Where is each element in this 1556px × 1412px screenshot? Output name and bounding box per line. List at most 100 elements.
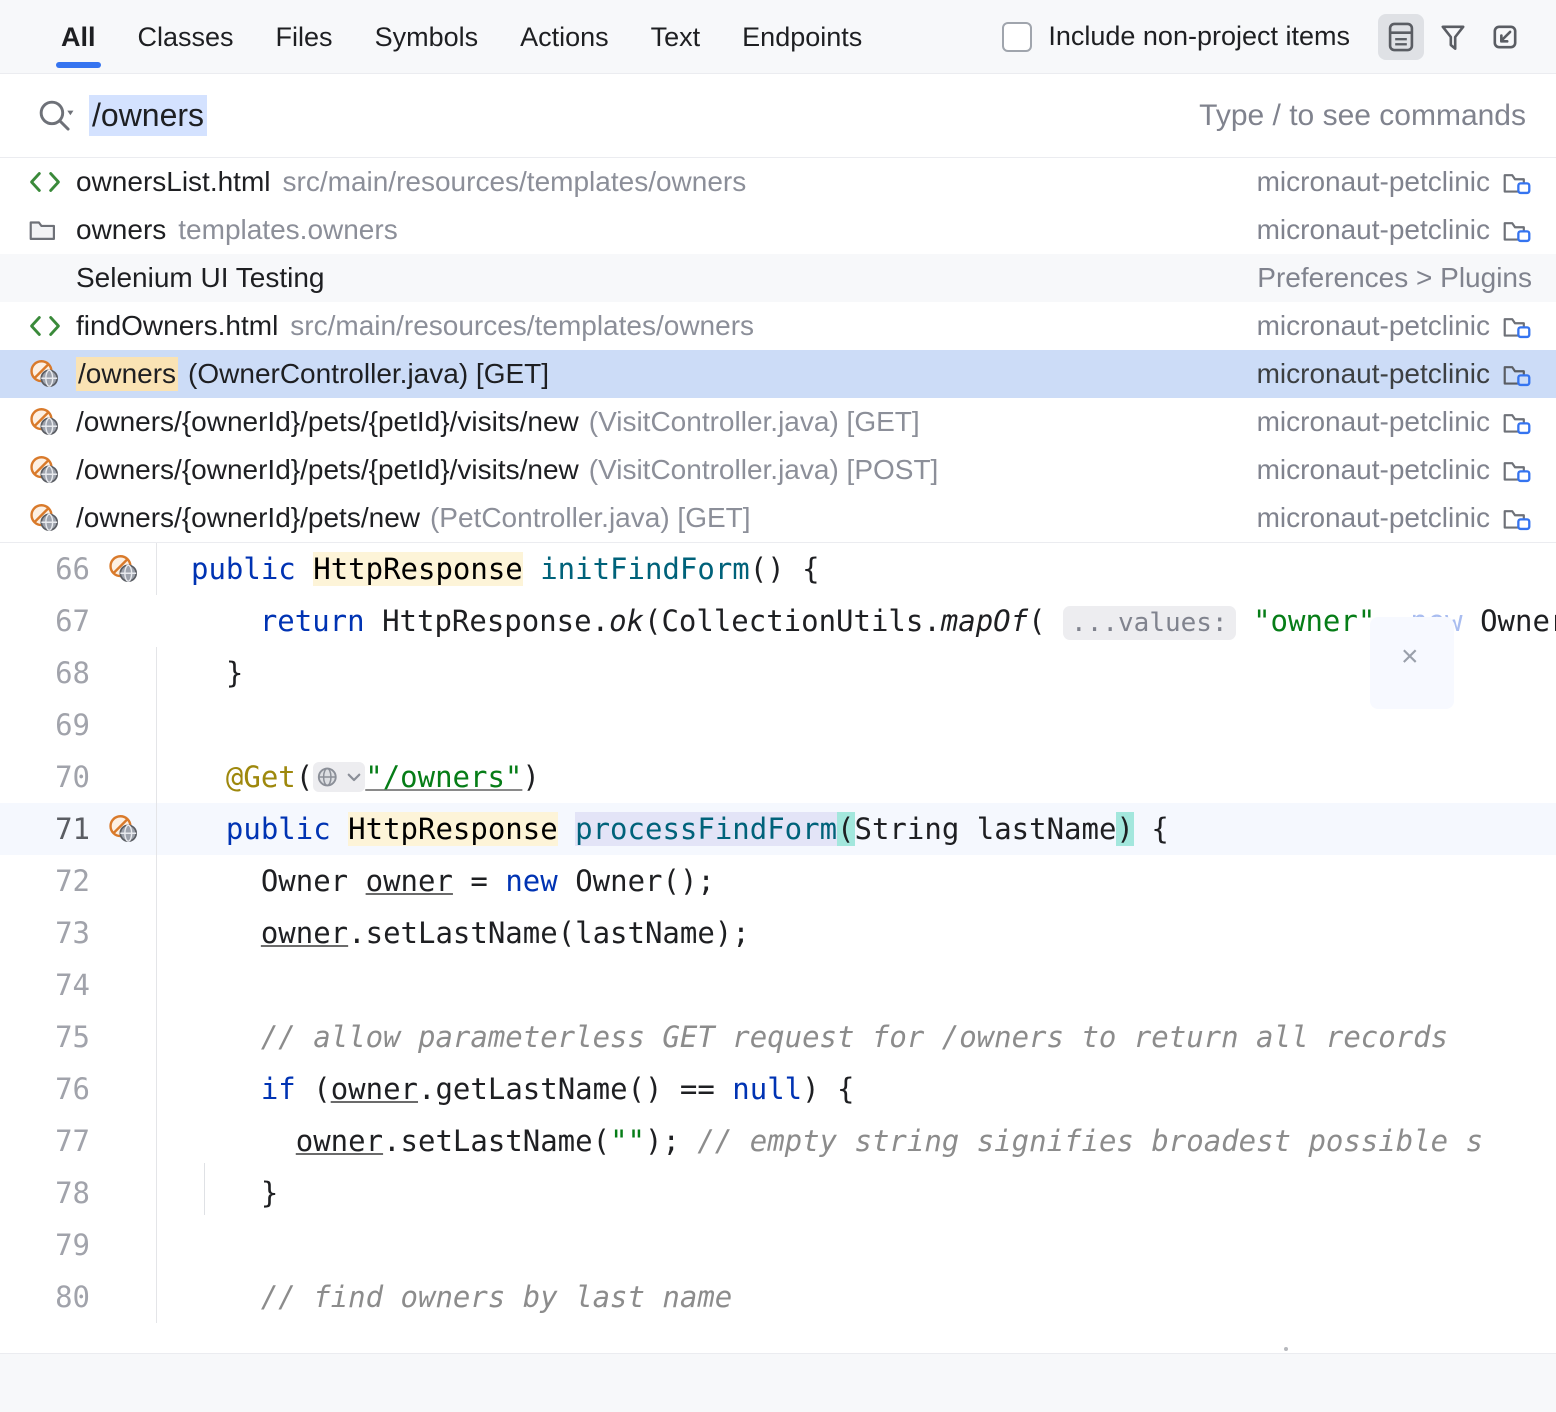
tab-text[interactable]: Text [630,0,722,74]
result-module: micronaut-petclinic [1257,502,1532,534]
token-paren-close: ) [522,760,539,794]
filter-funnel-glyph [1438,21,1468,53]
line-number: 66 [0,552,96,586]
tab-endpoints-label: Endpoints [742,22,862,52]
result-module-label: micronaut-petclinic [1257,502,1490,534]
tab-files[interactable]: Files [255,0,354,74]
search-row[interactable]: /owners Type / to see commands [0,74,1556,158]
result-row-visits-new-get[interactable]: /owners/{ownerId}/pets/{petId}/visits/ne… [0,398,1556,446]
result-module: micronaut-petclinic [1257,358,1532,390]
result-row-visits-new-post[interactable]: /owners/{ownerId}/pets/{petId}/visits/ne… [0,446,1556,494]
result-detail: templates.owners [178,214,397,246]
code-line-74[interactable]: 74 [0,959,1556,1011]
bottom-status-bar [0,1353,1556,1412]
token-expr: HttpResponse. [382,604,609,638]
parameter-name-inlay-hint[interactable]: ...values: [1063,606,1236,640]
result-row-owners-endpoint[interactable]: /owners (OwnerController.java) [GET] mic… [0,350,1556,398]
search-input[interactable]: /owners [89,95,207,136]
close-icon[interactable]: × [1401,640,1419,674]
code-line-80[interactable]: 80 // find owners by last name [0,1271,1556,1323]
search-magnifier-glyph [35,96,75,136]
code-line-70[interactable]: 70 @Get("/owners") [0,751,1556,803]
result-row-pets-new-get[interactable]: /owners/{ownerId}/pets/new (PetControlle… [0,494,1556,542]
result-location: Preferences > Plugins [1257,262,1532,294]
result-module-label: micronaut-petclinic [1257,214,1490,246]
tab-classes[interactable]: Classes [117,0,255,74]
token-variable: owner [331,1072,418,1106]
result-detail: (VisitController.java) [GET] [589,406,920,438]
code-line-75[interactable]: 75 // allow parameterless GET request fo… [0,1011,1556,1063]
globe-icon [315,762,345,792]
endpoint-inlay-icon[interactable] [313,762,365,792]
code-preview-panel[interactable]: 66 public HttpResponse initFindForm() { … [0,542,1556,1353]
result-row-find-owners-html[interactable]: findOwners.html src/main/resources/templ… [0,302,1556,350]
tab-symbols[interactable]: Symbols [354,0,500,74]
code-line-73[interactable]: 73 owner.setLastName(lastName); [0,907,1556,959]
line-number: 71 [0,812,96,846]
line-number: 76 [0,1072,96,1106]
line-number: 77 [0,1124,96,1158]
tab-symbols-label: Symbols [375,22,479,52]
token-variable: owner [261,916,348,950]
code-text: public HttpResponse initFindForm() { [157,552,1556,586]
code-text: // find owners by last name [157,1280,1556,1314]
code-line-69[interactable]: 69 [0,699,1556,751]
search-everywhere-dialog: All Classes Files Symbols Actions Text E… [0,0,1556,1412]
tab-actions-label: Actions [520,22,609,52]
include-non-project-items-label: Include non-project items [1048,21,1350,52]
code-line-79[interactable]: 79 [0,1219,1556,1271]
code-line-77[interactable]: 77 owner.setLastName(""); // empty strin… [0,1115,1556,1167]
result-module-label: micronaut-petclinic [1257,358,1490,390]
code-line-68[interactable]: 68 } [0,647,1556,699]
code-text: public HttpResponse processFindForm(Stri… [157,812,1556,846]
result-row-owners-folder[interactable]: owners templates.owners micronaut-petcli… [0,206,1556,254]
code-line-66[interactable]: 66 public HttpResponse initFindForm() { [0,543,1556,595]
code-text: owner.setLastName(""); // empty string s… [157,1124,1556,1158]
line-number: 79 [0,1228,96,1262]
token-method: initFindForm [540,552,750,586]
result-row-owners-list-html[interactable]: ownersList.html src/main/resources/templ… [0,158,1556,206]
code-line-76[interactable]: 76 if (owner.getLastName() == null) { [0,1063,1556,1115]
html-file-icon [28,313,68,339]
code-line-78[interactable]: 78 } [0,1167,1556,1219]
code-line-67[interactable]: 67 return HttpResponse.ok(CollectionUtil… [0,595,1556,647]
token-tail: () { [750,552,820,586]
token-string-path[interactable]: "/owners" [365,760,522,794]
endpoint-icon[interactable] [96,554,152,584]
token-type: HttpResponse [313,552,523,586]
token-keyword-null: null [732,1072,802,1106]
endpoint-icon [28,503,68,533]
line-number: 67 [0,604,96,638]
token-variable: owner [296,1124,383,1158]
tab-endpoints[interactable]: Endpoints [721,0,883,74]
module-icon [1502,360,1532,388]
token-method: processFindForm [575,812,837,846]
tab-actions[interactable]: Actions [499,0,630,74]
token-method-call: .setLastName(lastName); [348,916,750,950]
tab-all[interactable]: All [40,0,117,74]
endpoint-globe-glyph [107,554,141,584]
filter-funnel-icon[interactable] [1430,14,1476,60]
tab-bar: All Classes Files Symbols Actions Text E… [0,0,1556,74]
result-detail: (PetController.java) [GET] [430,502,751,534]
open-in-find-window-icon[interactable] [1482,14,1528,60]
include-non-project-items-checkbox[interactable]: Include non-project items [1002,21,1350,52]
result-name: Selenium UI Testing [76,262,325,294]
code-line-72[interactable]: 72 Owner owner = new Owner(); [0,855,1556,907]
result-detail: (VisitController.java) [POST] [589,454,939,486]
code-text: owner.setLastName(lastName); [157,916,1556,950]
token-keyword: public [191,552,296,586]
token-paren-open: ( [296,760,313,794]
result-row-selenium-ui-testing[interactable]: Selenium UI Testing Preferences > Plugin… [0,254,1556,302]
endpoint-globe-glyph [28,407,62,437]
search-icon[interactable] [35,96,75,136]
result-name: /owners/{ownerId}/pets/{petId}/visits/ne… [76,406,579,438]
line-number: 75 [0,1020,96,1054]
code-line-71[interactable]: 71 public HttpResponse processFindForm(S… [0,803,1556,855]
checkbox-box[interactable] [1002,22,1032,52]
endpoint-icon[interactable] [96,814,152,844]
line-number: 69 [0,708,96,742]
token-method-call: .setLastName( [383,1124,610,1158]
result-module-label: micronaut-petclinic [1257,454,1490,486]
preview-panel-icon[interactable] [1378,14,1424,60]
